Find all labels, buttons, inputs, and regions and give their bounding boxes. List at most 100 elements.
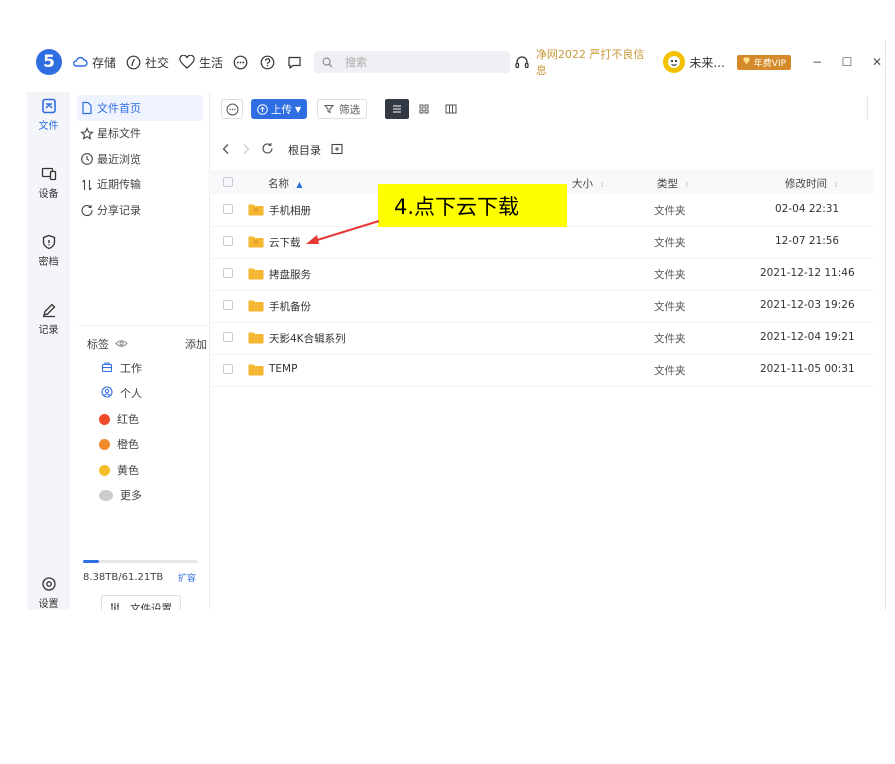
- grid-icon: [419, 104, 429, 114]
- column-name[interactable]: 名称 ▲: [268, 176, 303, 191]
- table-row[interactable]: 天影4K合辑系列 文件夹 2021-12-04 19:21: [211, 322, 873, 355]
- sidebar-item-home-label: 文件首页: [97, 101, 141, 115]
- username[interactable]: 未来...: [689, 54, 724, 71]
- share-icon: [80, 203, 94, 217]
- app-logo[interactable]: 5: [36, 49, 62, 75]
- column-modified-label: 修改时间: [785, 178, 827, 190]
- refresh-icon[interactable]: [261, 142, 274, 158]
- more-dot-icon: [99, 489, 113, 501]
- shared-folder-icon: [248, 235, 264, 251]
- tag-red[interactable]: 红色: [99, 411, 139, 427]
- search-icon: [322, 57, 333, 68]
- row-checkbox[interactable]: [223, 300, 233, 310]
- sidebar-item-home[interactable]: 文件首页: [77, 95, 203, 121]
- column-size-label: 大小: [572, 178, 593, 190]
- file-modified: 12-07 21:56: [775, 235, 840, 247]
- tag-work-label: 工作: [120, 362, 142, 375]
- forward-icon[interactable]: [241, 143, 251, 158]
- tag-work[interactable]: 工作: [101, 360, 142, 376]
- more-actions-button[interactable]: [221, 99, 243, 119]
- tag-personal[interactable]: 个人: [101, 385, 142, 401]
- rail-item-settings[interactable]: 设置: [27, 576, 70, 610]
- transfer-icon: [80, 178, 94, 192]
- table-row[interactable]: 拷盘服务 文件夹 2021-12-12 11:46: [211, 258, 873, 291]
- new-folder-icon[interactable]: [331, 143, 343, 158]
- avatar[interactable]: [663, 51, 686, 73]
- column-type[interactable]: 类型 ⇕: [657, 176, 690, 191]
- sidebar: 文件首页 星标文件 最近浏览 近期传输 分享记录 标签 添加 工作 个人 红色 …: [71, 92, 210, 610]
- promo-text[interactable]: 净网2022 严打不良信息: [536, 46, 655, 78]
- file-type: 文件夹: [654, 365, 686, 377]
- row-checkbox[interactable]: [223, 204, 233, 214]
- breadcrumb-root[interactable]: 根目录: [288, 142, 321, 158]
- message-icon[interactable]: [287, 55, 302, 70]
- nav-social[interactable]: 社交: [126, 54, 169, 71]
- more-icon: [226, 103, 238, 115]
- tags-add-button[interactable]: 添加: [185, 336, 207, 352]
- vip-label: 年费VIP: [753, 58, 787, 69]
- eye-icon[interactable]: [115, 338, 128, 351]
- table-row[interactable]: 手机备份 文件夹 2021-12-03 19:26: [211, 290, 873, 323]
- rail-item-device-label: 设备: [38, 189, 59, 200]
- tags-header: 标签 添加: [87, 336, 207, 352]
- tag-yellow[interactable]: 黄色: [99, 462, 139, 478]
- file-modified: 2021-12-03 19:26: [760, 299, 855, 311]
- nav-storage-label: 存储: [91, 55, 116, 70]
- filter-label: 筛选: [339, 103, 361, 116]
- rail-item-device[interactable]: 设备: [27, 166, 70, 200]
- headset-icon[interactable]: [514, 54, 530, 70]
- rail-item-file[interactable]: 文件: [27, 98, 70, 132]
- person-icon: [101, 385, 113, 401]
- storage-text: 8.38TB/61.21TB: [83, 572, 164, 583]
- row-checkbox[interactable]: [223, 236, 233, 246]
- table-row[interactable]: TEMP 文件夹 2021-11-05 00:31: [211, 354, 873, 387]
- help-icon[interactable]: [260, 55, 275, 70]
- file-settings-button[interactable]: 文件设置: [101, 595, 181, 610]
- rail-item-vault[interactable]: 密档: [27, 234, 70, 268]
- nav-life[interactable]: 生活: [179, 54, 223, 71]
- column-view-button[interactable]: [439, 99, 463, 119]
- sidebar-item-transfer[interactable]: 近期传输: [71, 172, 209, 198]
- vip-badge[interactable]: 年费VIP: [736, 54, 792, 70]
- search-input[interactable]: 搜索: [313, 51, 510, 73]
- pen-icon: [41, 302, 57, 318]
- grid-view-button[interactable]: [412, 99, 436, 119]
- select-all-checkbox[interactable]: [223, 177, 233, 187]
- expand-storage-link[interactable]: 扩容: [178, 571, 196, 584]
- upload-button[interactable]: 上传 ▼: [251, 99, 308, 119]
- folder-icon: [248, 299, 264, 315]
- sidebar-item-recent-label: 最近浏览: [97, 152, 141, 166]
- column-size[interactable]: 大小 ⇕: [572, 176, 605, 191]
- tag-more-label: 更多: [120, 489, 142, 502]
- tag-yellow-label: 黄色: [117, 464, 139, 477]
- minimize-button[interactable]: −: [807, 55, 827, 69]
- sidebar-item-starred[interactable]: 星标文件: [71, 121, 209, 147]
- sidebar-item-transfer-label: 近期传输: [97, 178, 141, 192]
- annotation-arrow-icon: [306, 219, 380, 244]
- breadcrumb: 根目录: [221, 142, 343, 158]
- cloud-icon: [72, 55, 88, 69]
- file-name: 云下载: [269, 237, 301, 249]
- maximize-button[interactable]: ☐: [837, 55, 857, 69]
- sidebar-item-recent[interactable]: 最近浏览: [71, 146, 209, 172]
- sidebar-item-share[interactable]: 分享记录: [71, 197, 209, 223]
- tag-orange[interactable]: 橙色: [99, 436, 139, 452]
- row-checkbox[interactable]: [223, 364, 233, 374]
- upload-label: 上传: [271, 103, 292, 116]
- file-type: 文件夹: [654, 269, 686, 281]
- file-type: 文件夹: [654, 333, 686, 345]
- rail-item-record[interactable]: 记录: [27, 302, 70, 336]
- row-checkbox[interactable]: [223, 332, 233, 342]
- nav-storage[interactable]: 存储: [72, 54, 116, 71]
- close-button[interactable]: ✕: [867, 55, 887, 69]
- column-modified[interactable]: 修改时间 ⇕: [785, 176, 839, 191]
- tag-more[interactable]: 更多: [99, 487, 142, 503]
- sidebar-item-share-label: 分享记录: [97, 203, 141, 217]
- list-view-button[interactable]: [385, 99, 410, 119]
- row-checkbox[interactable]: [223, 268, 233, 278]
- toolbar: 上传 ▼ 筛选: [221, 98, 463, 120]
- back-icon[interactable]: [221, 143, 231, 158]
- folder-icon: [248, 267, 264, 283]
- more-icon[interactable]: [233, 55, 248, 70]
- filter-button[interactable]: 筛选: [317, 99, 368, 119]
